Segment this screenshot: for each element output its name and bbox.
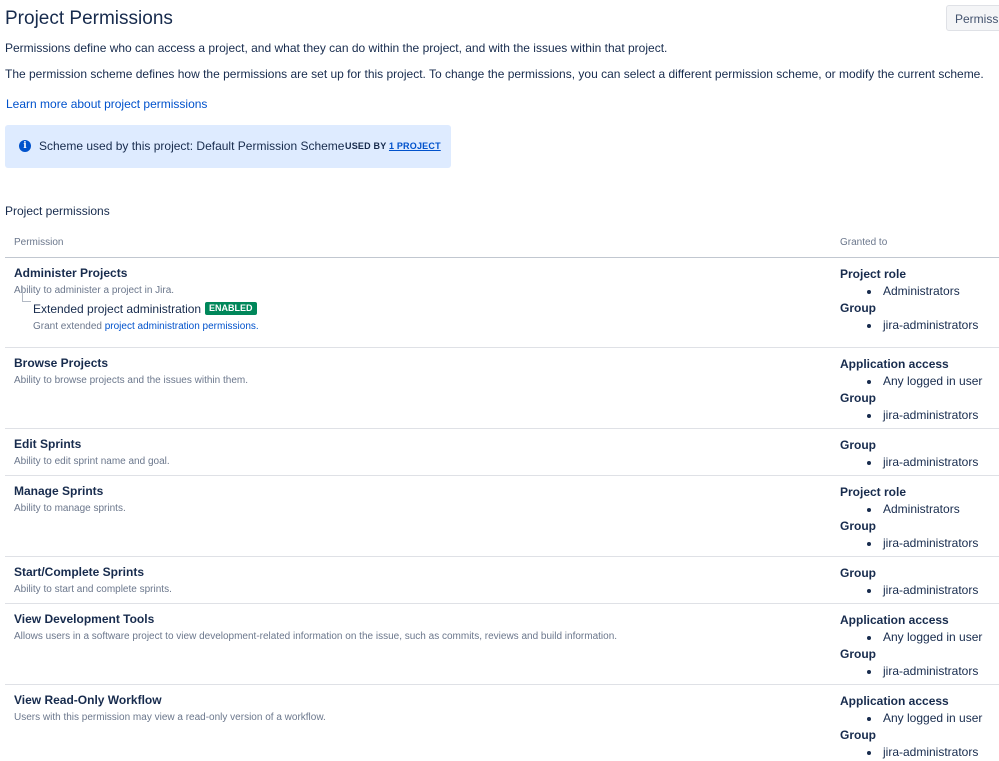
permission-name: Administer Projects bbox=[14, 266, 128, 280]
permission-row: Administer Projects Ability to administer… bbox=[5, 258, 999, 348]
info-icon: i bbox=[19, 140, 31, 152]
grant-type-label: Group bbox=[840, 728, 876, 742]
grant-type-label: Application access bbox=[840, 613, 949, 627]
permission-name: View Read-Only Workflow bbox=[14, 693, 162, 707]
granted-to-list: Project role Administrators Group jira-admi… bbox=[840, 484, 999, 552]
column-header-granted-to: Granted to bbox=[840, 237, 888, 248]
permission-name: Manage Sprints bbox=[14, 484, 104, 498]
grant-type-label: Group bbox=[840, 301, 876, 315]
grant-item: jira-administrators bbox=[840, 317, 999, 334]
page-title: Project Permissions bbox=[5, 8, 173, 29]
tree-connector bbox=[22, 286, 31, 302]
permission-name: Start/Complete Sprints bbox=[14, 565, 145, 579]
extended-admin-desc-prefix: Grant extended bbox=[33, 321, 102, 332]
project-admin-permissions-link[interactable]: project administration permissions. bbox=[105, 321, 259, 332]
grant-item: Administrators bbox=[840, 501, 999, 518]
grant-type-label: Group bbox=[840, 438, 876, 452]
grant-item: Any logged in user bbox=[840, 629, 999, 646]
permissions-actions-button[interactable]: Permissions bbox=[946, 5, 999, 31]
learn-more-link[interactable]: Learn more about project permissions bbox=[6, 97, 207, 111]
grant-item: jira-administrators bbox=[840, 407, 999, 424]
grant-item: jira-administrators bbox=[840, 744, 999, 761]
granted-to-list: Project role Administrators Group jira-admi… bbox=[840, 266, 999, 334]
grant-type-label: Project role bbox=[840, 267, 907, 281]
permission-row: Edit Sprints Ability to edit sprint name … bbox=[5, 429, 999, 476]
grant-type-label: Group bbox=[840, 391, 876, 405]
granted-to-list: Group jira-administrators bbox=[840, 437, 999, 471]
used-by-projects-link[interactable]: 1 PROJECT bbox=[389, 141, 441, 151]
permission-description: Ability to manage sprints. bbox=[14, 503, 126, 514]
grant-item: jira-administrators bbox=[840, 454, 999, 471]
grant-item: jira-administrators bbox=[840, 582, 999, 599]
permission-row: Manage Sprints Ability to manage sprints.… bbox=[5, 476, 999, 557]
permission-row: View Development Tools Allows users in a … bbox=[5, 604, 999, 685]
grant-item: Administrators bbox=[840, 283, 999, 300]
permission-row: Start/Complete Sprints Ability to start a… bbox=[5, 557, 999, 604]
scheme-explanation-text: The permission scheme defines how the pe… bbox=[5, 67, 984, 81]
column-header-permission: Permission bbox=[14, 237, 64, 248]
extended-admin-description: Grant extended project administration pe… bbox=[33, 321, 259, 332]
grant-item: Any logged in user bbox=[840, 710, 999, 727]
grant-type-label: Group bbox=[840, 647, 876, 661]
permission-description: Ability to edit sprint name and goal. bbox=[14, 456, 170, 467]
grant-type-label: Project role bbox=[840, 485, 907, 499]
permission-row: View Read-Only Workflow Users with this p… bbox=[5, 685, 999, 761]
used-by-prefix: USED BY bbox=[345, 141, 387, 151]
grant-item: Any logged in user bbox=[840, 373, 999, 390]
granted-to-list: Group jira-administrators bbox=[840, 565, 999, 599]
grant-type-label: Application access bbox=[840, 694, 949, 708]
permission-description: Allows users in a software project to vi… bbox=[14, 631, 618, 642]
scheme-info-banner: i Scheme used by this project: Default P… bbox=[5, 125, 451, 168]
permission-description: Ability to administer a project in Jira. bbox=[14, 285, 175, 296]
granted-to-list: Application access Any logged in user Grou… bbox=[840, 693, 999, 761]
granted-to-list: Application access Any logged in user Grou… bbox=[840, 612, 999, 680]
enabled-badge: ENABLED bbox=[205, 302, 257, 315]
grant-type-label: Application access bbox=[840, 357, 949, 371]
permission-description: Ability to browse projects and the issue… bbox=[14, 375, 248, 386]
permission-row: Browse Projects Ability to browse project… bbox=[5, 348, 999, 429]
grant-type-label: Group bbox=[840, 519, 876, 533]
intro-text: Permissions define who can access a proj… bbox=[5, 41, 668, 55]
permission-name: Browse Projects bbox=[14, 356, 109, 370]
permission-description: Ability to start and complete sprints. bbox=[14, 584, 172, 595]
grant-item: jira-administrators bbox=[840, 535, 999, 552]
permission-name: View Development Tools bbox=[14, 612, 155, 626]
grant-type-label: Group bbox=[840, 566, 876, 580]
grant-item: jira-administrators bbox=[840, 663, 999, 680]
permission-description: Users with this permission may view a re… bbox=[14, 712, 326, 723]
section-heading: Project permissions bbox=[5, 204, 110, 218]
scheme-text: Scheme used by this project: Default Per… bbox=[39, 139, 345, 153]
extended-admin-name: Extended project administration bbox=[33, 302, 202, 316]
granted-to-list: Application access Any logged in user Grou… bbox=[840, 356, 999, 424]
permission-name: Edit Sprints bbox=[14, 437, 82, 451]
used-by-label: USED BY 1 PROJECT bbox=[345, 141, 441, 151]
